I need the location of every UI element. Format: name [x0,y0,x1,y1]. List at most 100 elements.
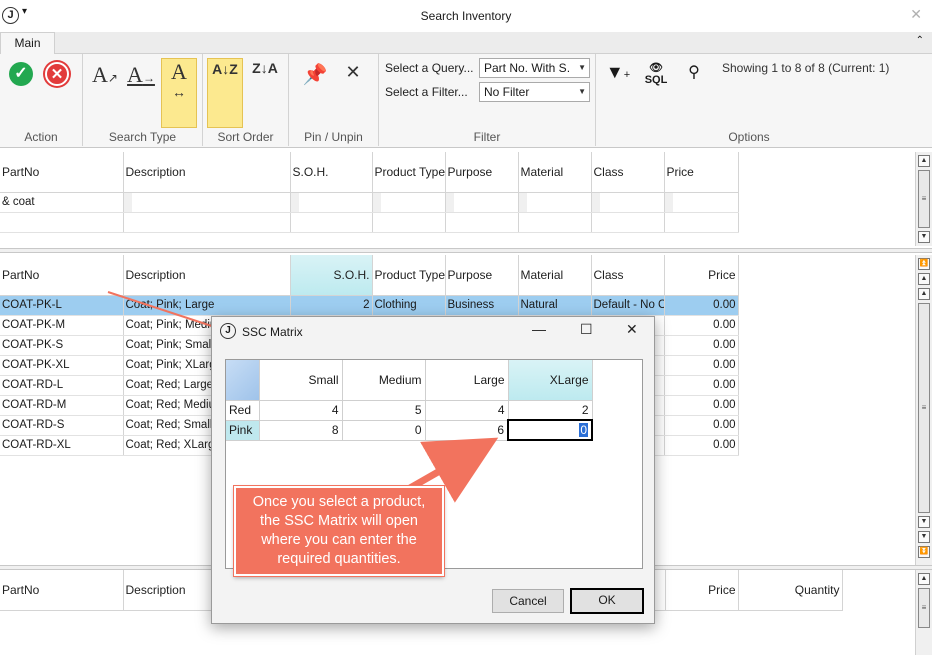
matrix-cell-edit-value[interactable]: 0 [579,423,588,437]
column-header-material[interactable]: Material [518,255,592,296]
table-cell[interactable]: Clothing [372,295,446,316]
matrix-cell[interactable]: 0 [342,420,426,441]
search-settings-button[interactable]: ⚲ [676,58,712,128]
sql-button[interactable]: 👁 SQL [638,58,674,128]
column-header-price[interactable]: Price [665,570,739,611]
column-header-product-type[interactable]: Product Type [372,152,446,193]
table-cell[interactable]: Default - No Cl [591,295,665,316]
matrix-column-medium[interactable]: Medium [342,360,426,401]
filter-row-empty[interactable] [0,212,739,233]
ok-button[interactable]: OK [570,588,644,614]
column-header-partno[interactable]: PartNo [0,255,124,296]
matrix-cell[interactable]: 4 [425,400,509,421]
table-cell[interactable]: COAT-PK-XL [0,355,124,376]
table-cell[interactable]: 0.00 [664,395,739,416]
filter-cell[interactable] [591,192,665,213]
matrix-row-label[interactable]: Pink [226,420,260,441]
column-header-purpose[interactable]: Purpose [445,255,519,296]
column-header-s-o-h[interactable]: S.O.H. [290,152,373,193]
search-grid-scrollbar[interactable]: ▲ ≡ ▼ [915,152,932,246]
column-header-partno[interactable]: PartNo [0,152,124,193]
column-header-price[interactable]: Price [664,255,739,296]
table-cell[interactable]: Coat; Pink; Large [123,295,291,316]
scroll-bottom-icon[interactable]: ⏬ [918,546,930,558]
window-close-button[interactable]: ✕ [910,6,922,23]
table-cell[interactable]: 0.00 [664,295,739,316]
scroll-thumb[interactable]: ≡ [918,303,930,513]
table-cell[interactable]: Natural [518,295,592,316]
filter-row[interactable]: & coat [0,192,739,213]
matrix-cell[interactable]: 2 [508,400,593,421]
splitter[interactable] [0,248,932,253]
table-cell[interactable]: 0.00 [664,435,739,456]
table-cell[interactable]: COAT-PK-M [0,315,124,336]
column-header-partno[interactable]: PartNo [0,570,124,611]
table-cell[interactable]: COAT-RD-M [0,395,124,416]
filter-cell[interactable] [445,192,519,213]
scroll-down-icon[interactable]: ▼ [918,231,930,243]
scroll-top-icon[interactable]: ⏫ [918,258,930,270]
column-header-purpose[interactable]: Purpose [445,152,519,193]
table-cell[interactable]: COAT-RD-L [0,375,124,396]
search-starts-with-button[interactable]: A↗ [87,58,123,128]
order-grid-scrollbar[interactable]: ▲ ≡ [915,570,932,655]
table-cell[interactable]: 0.00 [664,415,739,436]
column-header-class[interactable]: Class [591,152,665,193]
matrix-cell-editing[interactable]: 0 [507,419,593,441]
matrix-cell[interactable]: 6 [425,420,509,441]
matrix-cell[interactable]: 8 [259,420,343,441]
accept-button[interactable]: ✓ [4,58,38,128]
table-row[interactable]: COAT-PK-L Coat; Pink; Large 2 Clothing Busin… [0,295,739,316]
dialog-close-icon[interactable]: ✕ [626,321,638,338]
scroll-page-down-icon[interactable]: ▼ [918,531,930,543]
table-cell[interactable]: COAT-PK-L [0,295,124,316]
filter-cell[interactable] [290,192,373,213]
filter-cell[interactable] [372,192,446,213]
matrix-column-xlarge[interactable]: XLarge [508,360,593,401]
tab-main[interactable]: Main [0,32,55,55]
search-exact-button[interactable]: A→ [123,58,159,128]
sort-ascending-button[interactable]: A↓Z [207,58,243,128]
ssc-matrix-dialog[interactable]: J SSC Matrix — ☐ ✕ Small Medium Large XL… [211,316,655,624]
scroll-up-icon[interactable]: ▲ [918,155,930,167]
maximize-icon[interactable]: ☐ [580,321,593,338]
scroll-page-up-icon[interactable]: ▲ [918,273,930,285]
cancel-action-button[interactable]: ✕ [40,58,74,128]
column-header-quantity[interactable]: Quantity [738,570,843,611]
table-cell[interactable]: Business [445,295,519,316]
scroll-thumb[interactable]: ≡ [918,170,930,228]
filter-cell[interactable] [518,192,592,213]
filter-cell[interactable] [664,192,739,213]
filter-select[interactable]: No Filter ▼ [479,82,590,102]
column-header-description[interactable]: Description [123,152,291,193]
table-cell[interactable]: 2 [290,295,373,316]
filter-text[interactable]: & coat [0,193,122,212]
cancel-button[interactable]: Cancel [492,589,564,613]
column-header-material[interactable]: Material [518,152,592,193]
table-cell[interactable]: COAT-RD-S [0,415,124,436]
matrix-corner[interactable] [226,360,260,401]
matrix-column-small[interactable]: Small [259,360,343,401]
add-filter-button[interactable]: ▼+ [600,58,636,128]
table-cell[interactable]: COAT-RD-XL [0,435,124,456]
table-cell[interactable]: COAT-PK-S [0,335,124,356]
minimize-icon[interactable]: — [532,321,546,337]
results-grid-scrollbar[interactable]: ⏫ ▲ ▲ ≡ ▼ ▼ ⏬ [915,255,932,565]
matrix-row-label[interactable]: Red [226,400,260,421]
scroll-up-icon[interactable]: ▲ [918,288,930,300]
table-cell[interactable]: 0.00 [664,355,739,376]
pin-button[interactable]: 📌 [297,58,333,128]
column-header-s-o-h[interactable]: S.O.H. [290,255,373,296]
filter-cell-partno[interactable]: & coat [0,192,124,213]
matrix-cell[interactable]: 5 [342,400,426,421]
column-header-product-type[interactable]: Product Type [372,255,446,296]
column-header-class[interactable]: Class [591,255,665,296]
sort-descending-button[interactable]: Z↓A [247,58,283,128]
filter-cell[interactable] [123,192,291,213]
column-header-price[interactable]: Price [664,152,739,193]
table-cell[interactable]: 0.00 [664,335,739,356]
matrix-cell[interactable]: 4 [259,400,343,421]
column-header-description[interactable]: Description [123,255,291,296]
scroll-down-icon[interactable]: ▼ [918,516,930,528]
scroll-thumb[interactable]: ≡ [918,588,930,628]
